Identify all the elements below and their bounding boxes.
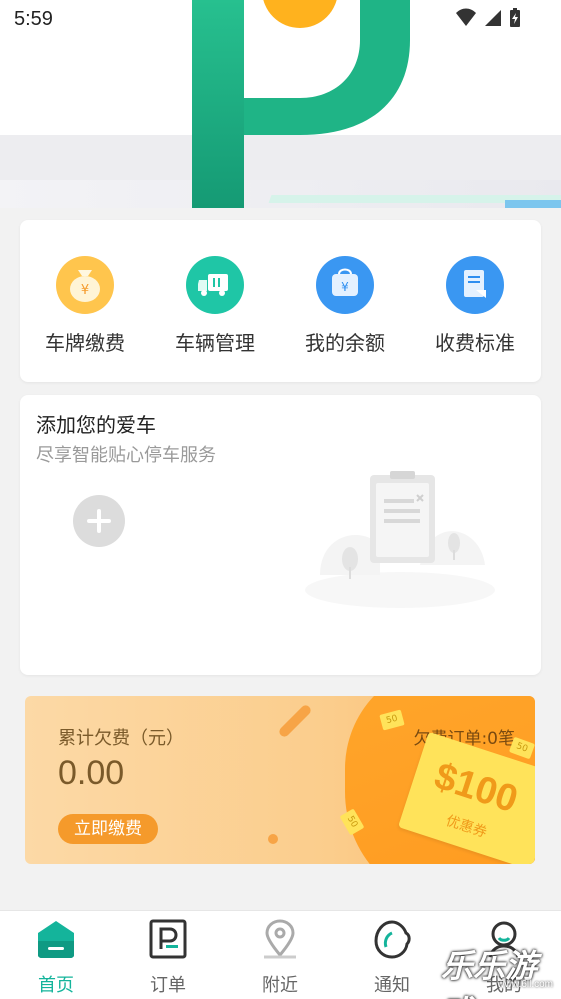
status-icons <box>455 8 521 28</box>
quick-action-plate-payment[interactable]: ¥ 车牌缴费 <box>20 256 150 366</box>
arrears-amount: 0.00 <box>58 754 125 792</box>
quick-action-label: 车辆管理 <box>175 331 255 355</box>
nav-nearby[interactable]: 附近 <box>224 919 336 999</box>
home-icon <box>38 921 74 958</box>
quick-action-fee-standard[interactable]: 收费标准 <box>410 256 540 366</box>
quick-action-label: 我的余额 <box>305 331 385 355</box>
nav-home[interactable]: 首页 <box>0 919 112 999</box>
quick-action-my-balance[interactable]: ¥ 我的余额 <box>280 256 410 366</box>
location-pin-icon <box>264 919 296 959</box>
watermark-logo: 乐乐游戏 www.6ll.com <box>441 939 561 999</box>
banner-decoration-dot <box>268 834 278 844</box>
status-bar: 5:59 <box>0 0 561 40</box>
quick-action-label: 车牌缴费 <box>45 331 125 355</box>
battery-charging-icon <box>510 8 520 27</box>
money-bag-icon: ¥ <box>56 256 114 314</box>
nav-notifications[interactable]: 通知 <box>336 919 448 999</box>
arrears-label: 累计欠费（元） <box>58 728 184 749</box>
add-car-subtitle: 尽享智能贴心停车服务 <box>36 445 216 466</box>
add-car-button[interactable] <box>73 495 125 547</box>
coupon-value: $100 <box>429 755 523 822</box>
nav-label: 通知 <box>374 975 410 996</box>
svg-text:¥: ¥ <box>81 283 89 298</box>
quick-action-label: 收费标准 <box>435 331 515 355</box>
watermark-url: www.6ll.com <box>497 979 553 990</box>
banner-decoration-streak <box>277 703 313 739</box>
coupon-text: 优惠券 <box>443 812 489 842</box>
watermark-text: 乐乐游戏 <box>441 947 538 999</box>
truck-icon <box>186 256 244 314</box>
quick-action-vehicle-management[interactable]: 车辆管理 <box>150 256 280 366</box>
nav-label: 附近 <box>262 975 298 996</box>
nav-label: 首页 <box>38 975 74 996</box>
empty-clipboard-illustration-icon <box>305 471 495 608</box>
quick-actions-card: ¥ 车牌缴费 车辆管理 ¥ 我的余额 收费标准 <box>20 220 541 382</box>
arrears-banner[interactable]: 累计欠费（元） 0.00 立即缴费 欠费订单:0笔 50 50 50 $100 … <box>25 696 535 864</box>
pay-now-button[interactable]: 立即缴费 <box>58 814 158 844</box>
wifi-icon <box>456 8 476 26</box>
nav-orders[interactable]: 订单 <box>112 919 224 999</box>
nav-label: 订单 <box>150 975 186 996</box>
add-car-title: 添加您的爱车 <box>36 413 156 437</box>
status-time: 5:59 <box>14 8 53 30</box>
parking-order-icon <box>149 919 187 959</box>
svg-text:¥: ¥ <box>341 280 349 294</box>
wallet-bag-icon: ¥ <box>316 256 374 314</box>
document-icon <box>446 256 504 314</box>
bottom-navigation: 首页 订单 附近 通知 我的 乐乐游戏 www. <box>0 910 561 999</box>
signal-icon <box>485 10 501 26</box>
notification-icon <box>374 920 411 959</box>
add-car-card: 添加您的爱车 尽享智能贴心停车服务 <box>20 395 541 675</box>
